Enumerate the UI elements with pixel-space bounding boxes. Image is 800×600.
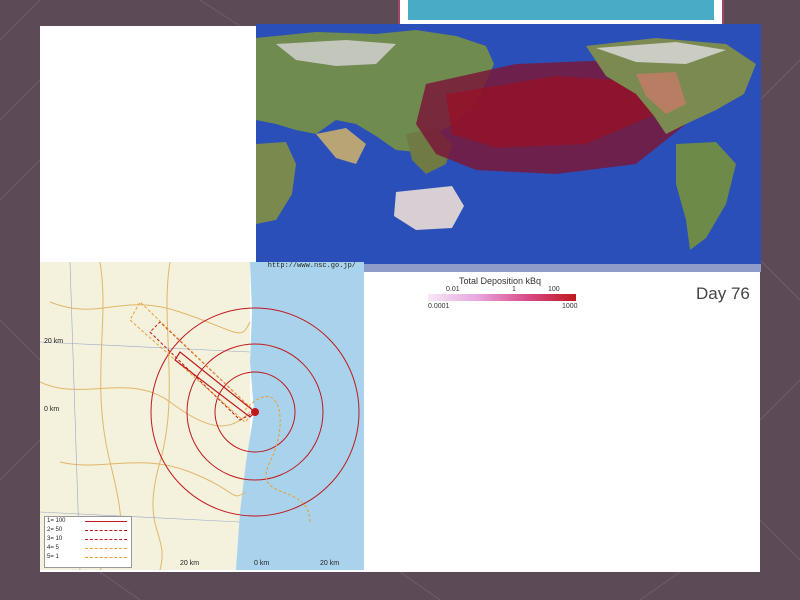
legend-tick: 0.0001 <box>428 303 450 310</box>
legend-row: 2= 50 <box>45 526 131 535</box>
legend-color-bar <box>428 294 576 301</box>
legend-title: Total Deposition kBq <box>459 276 542 286</box>
distance-label: 20 km <box>180 560 200 567</box>
source-url: http://www.nsc.go.jp/ <box>267 262 356 270</box>
legend-line <box>85 557 127 558</box>
plant-site-marker <box>251 408 259 416</box>
legend-row: 5= 1 <box>45 553 131 562</box>
distance-label: 0 km <box>44 406 60 413</box>
legend-tick: 1000 <box>562 303 578 310</box>
legend-row-label: 5= 1 <box>47 554 59 560</box>
legend-row-label: 1= 100 <box>47 518 66 524</box>
distance-label: 0 km <box>254 560 270 567</box>
legend-row-label: 2= 50 <box>47 527 63 533</box>
legend-line <box>85 521 127 522</box>
legend-row: 1= 100 <box>45 517 131 526</box>
legend-row: 4= 5 <box>45 544 131 553</box>
slide-title-bar <box>408 0 714 20</box>
legend-row-label: 4= 5 <box>47 545 59 551</box>
local-contour-map: http://www.nsc.go.jp/ 20 km 0 km 20 km 0… <box>40 262 364 570</box>
world-deposition-map <box>256 24 761 272</box>
legend-row: 3= 10 <box>45 535 131 544</box>
contour-legend: 1= 100 2= 50 3= 10 4= 5 5= 1 <box>44 516 132 568</box>
legend-row-label: 3= 10 <box>47 536 63 542</box>
distance-label: 20 km <box>44 338 64 345</box>
legend-line <box>85 539 127 540</box>
legend-tick: 0.01 <box>446 286 460 293</box>
slide-title-tab <box>398 0 724 26</box>
distance-label: 20 km <box>320 560 340 567</box>
legend-line <box>85 530 127 531</box>
legend-line <box>85 548 127 549</box>
day-label: Day 76 <box>696 284 750 303</box>
legend-tick: 1 <box>512 286 516 293</box>
legend-tick: 100 <box>548 286 560 293</box>
